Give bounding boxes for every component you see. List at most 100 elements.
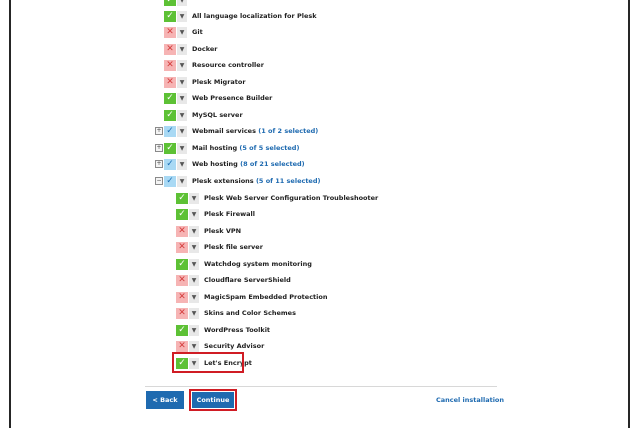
extension-row-cloudflare: ✕ ▼ Cloudflare ServerShield — [176, 273, 291, 287]
cross-icon[interactable]: ✕ — [164, 43, 176, 55]
component-label: Webmail services (1 of 2 selected) — [192, 127, 319, 135]
component-row-web-presence-builder: ✓ ▼ Web Presence Builder — [164, 91, 272, 105]
chevron-down-icon[interactable]: ▼ — [189, 340, 199, 352]
extension-row-troubleshooter: ✓ ▼ Plesk Web Server Configuration Troub… — [176, 191, 378, 205]
check-icon[interactable]: ✓ — [164, 158, 176, 170]
check-icon[interactable]: ✓ — [164, 0, 176, 6]
component-row-mysql-server: ✓ ▼ MySQL server — [164, 108, 243, 122]
check-icon[interactable]: ✓ — [164, 92, 176, 104]
cross-icon[interactable]: ✕ — [176, 241, 188, 253]
extension-row-watchdog: ✓ ▼ Watchdog system monitoring — [176, 257, 312, 271]
component-label: Plesk Migrator — [192, 78, 246, 86]
cross-icon[interactable]: ✕ — [164, 26, 176, 38]
component-label: Resource controller — [192, 61, 264, 69]
component-label: Docker — [192, 45, 218, 53]
chevron-down-icon[interactable]: ▼ — [177, 10, 187, 22]
extension-label: Cloudflare ServerShield — [204, 276, 291, 284]
left-border — [9, 0, 11, 428]
selection-count: (8 of 21 selected) — [240, 160, 305, 168]
extension-row-security-advisor: ✕ ▼ Security Advisor — [176, 339, 264, 353]
component-row: ✓ ▼ — [164, 0, 187, 7]
chevron-down-icon[interactable]: ▼ — [189, 208, 199, 220]
selection-count: (5 of 11 selected) — [255, 177, 321, 185]
expand-icon[interactable]: + — [155, 127, 163, 135]
chevron-down-icon[interactable]: ▼ — [189, 192, 199, 204]
continue-highlight: Continue — [189, 389, 237, 411]
component-row-docker: ✕ ▼ Docker — [164, 42, 217, 56]
extension-row-skins: ✕ ▼ Skins and Color Schemes — [176, 306, 296, 320]
lets-encrypt-highlight — [172, 352, 244, 373]
right-border — [628, 0, 630, 428]
chevron-down-icon[interactable]: ▼ — [177, 43, 187, 55]
component-row-plesk-migrator: ✕ ▼ Plesk Migrator — [164, 75, 246, 89]
collapse-icon[interactable]: − — [155, 177, 163, 185]
selection-count: (1 of 2 selected) — [258, 127, 319, 135]
chevron-down-icon[interactable]: ▼ — [189, 258, 199, 270]
extension-label: Watchdog system monitoring — [204, 260, 312, 268]
selection-count: (5 of 5 selected) — [239, 144, 300, 152]
component-row-mail-hosting: + ✓ ▼ Mail hosting (5 of 5 selected) — [155, 141, 300, 155]
chevron-down-icon[interactable]: ▼ — [177, 125, 187, 137]
extension-row-file-server: ✕ ▼ Plesk file server — [176, 240, 263, 254]
continue-button[interactable]: Continue — [192, 392, 234, 408]
chevron-down-icon[interactable]: ▼ — [189, 241, 199, 253]
component-label: Mail hosting (5 of 5 selected) — [192, 144, 300, 152]
footer-divider — [145, 386, 497, 387]
check-icon[interactable]: ✓ — [176, 208, 188, 220]
extension-label: Plesk file server — [204, 243, 263, 251]
extension-row-wordpress-toolkit: ✓ ▼ WordPress Toolkit — [176, 323, 270, 337]
chevron-down-icon[interactable]: ▼ — [177, 59, 187, 71]
component-row-localization: ✓ ▼ All language localization for Plesk — [164, 9, 317, 23]
extension-label: MagicSpam Embedded Protection — [204, 293, 328, 301]
chevron-down-icon[interactable]: ▼ — [189, 225, 199, 237]
chevron-down-icon[interactable]: ▼ — [177, 142, 187, 154]
chevron-down-icon[interactable]: ▼ — [189, 307, 199, 319]
expand-icon[interactable]: + — [155, 144, 163, 152]
chevron-down-icon[interactable]: ▼ — [177, 92, 187, 104]
expand-icon[interactable]: + — [155, 160, 163, 168]
chevron-down-icon[interactable]: ▼ — [177, 158, 187, 170]
extension-label: WordPress Toolkit — [204, 326, 271, 334]
component-label: All language localization for Plesk — [192, 12, 317, 20]
cross-icon[interactable]: ✕ — [176, 274, 188, 286]
check-icon[interactable]: ✓ — [176, 324, 188, 336]
component-row-web-hosting: + ✓ ▼ Web hosting (8 of 21 selected) — [155, 157, 305, 171]
cross-icon[interactable]: ✕ — [176, 225, 188, 237]
chevron-down-icon[interactable]: ▼ — [177, 26, 187, 38]
cross-icon[interactable]: ✕ — [176, 291, 188, 303]
back-button[interactable]: < Back — [146, 391, 184, 409]
chevron-down-icon[interactable]: ▼ — [189, 324, 199, 336]
chevron-down-icon[interactable]: ▼ — [189, 291, 199, 303]
component-label: Web Presence Builder — [192, 94, 273, 102]
chevron-down-icon[interactable]: ▼ — [189, 274, 199, 286]
cancel-installation-link[interactable]: Cancel installation — [436, 396, 504, 404]
chevron-down-icon[interactable]: ▼ — [177, 76, 187, 88]
check-icon[interactable]: ✓ — [176, 258, 188, 270]
cross-icon[interactable]: ✕ — [176, 307, 188, 319]
extension-label: Security Advisor — [204, 342, 265, 350]
component-label: Web hosting (8 of 21 selected) — [192, 160, 305, 168]
component-label: Git — [192, 28, 203, 36]
check-icon[interactable]: ✓ — [164, 175, 176, 187]
cross-icon[interactable]: ✕ — [176, 340, 188, 352]
component-row-resource-controller: ✕ ▼ Resource controller — [164, 58, 264, 72]
extension-label: Plesk VPN — [204, 227, 242, 235]
cross-icon[interactable]: ✕ — [164, 76, 176, 88]
extension-row-vpn: ✕ ▼ Plesk VPN — [176, 224, 241, 238]
component-label: MySQL server — [192, 111, 243, 119]
chevron-down-icon[interactable]: ▼ — [177, 109, 187, 121]
chevron-down-icon[interactable]: ▼ — [177, 175, 187, 187]
component-label: Plesk extensions (5 of 11 selected) — [192, 177, 321, 185]
check-icon[interactable]: ✓ — [164, 125, 176, 137]
check-icon[interactable]: ✓ — [176, 192, 188, 204]
chevron-down-icon[interactable]: ▼ — [177, 0, 187, 6]
check-icon[interactable]: ✓ — [164, 109, 176, 121]
component-row-git: ✕ ▼ Git — [164, 25, 203, 39]
check-icon[interactable]: ✓ — [164, 10, 176, 22]
extension-label: Skins and Color Schemes — [204, 309, 296, 317]
cross-icon[interactable]: ✕ — [164, 59, 176, 71]
check-icon[interactable]: ✓ — [164, 142, 176, 154]
extension-label: Plesk Web Server Configuration Troublesh… — [204, 194, 379, 202]
extension-row-firewall: ✓ ▼ Plesk Firewall — [176, 207, 255, 221]
extension-label: Plesk Firewall — [204, 210, 255, 218]
